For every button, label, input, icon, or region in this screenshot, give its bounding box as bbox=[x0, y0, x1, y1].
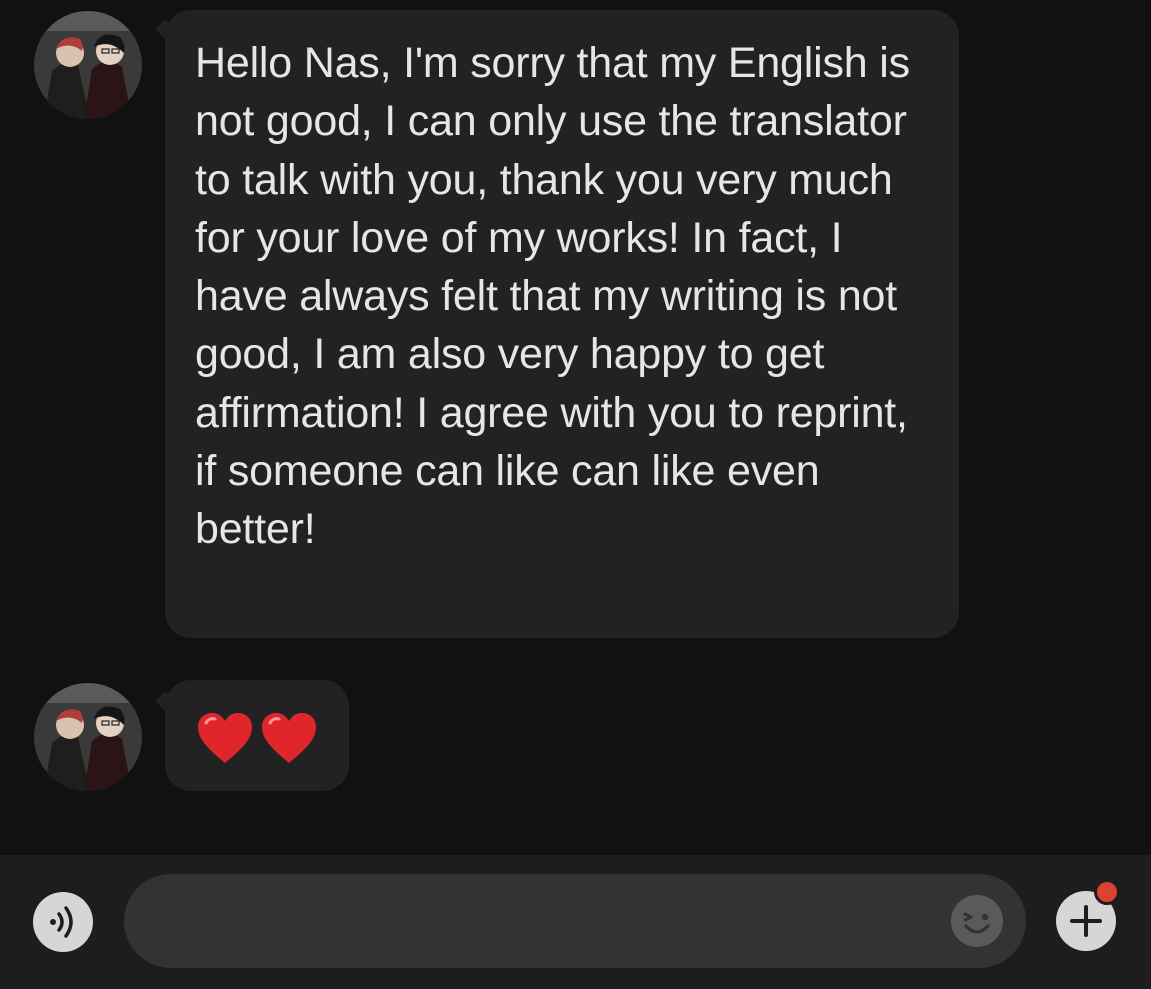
emoji-button[interactable] bbox=[950, 894, 1004, 948]
emoji-message-bubble[interactable] bbox=[165, 680, 349, 791]
message-input[interactable] bbox=[124, 874, 1026, 968]
notification-dot bbox=[1094, 879, 1120, 905]
red-heart-icon bbox=[262, 713, 316, 763]
sender-avatar[interactable] bbox=[34, 683, 142, 791]
message-text: Hello Nas, I'm sorry that my English is … bbox=[195, 39, 910, 554]
red-heart-icon bbox=[198, 713, 252, 763]
voice-icon bbox=[50, 906, 73, 938]
voice-button[interactable] bbox=[33, 892, 93, 952]
emoji-icon bbox=[951, 895, 1003, 947]
sender-avatar[interactable] bbox=[34, 11, 142, 119]
chat-area: Hello Nas, I'm sorry that my English is … bbox=[0, 0, 1151, 855]
composer-bar bbox=[0, 855, 1151, 989]
avatar-image bbox=[34, 683, 142, 791]
avatar-image bbox=[34, 11, 142, 119]
message-bubble[interactable]: Hello Nas, I'm sorry that my English is … bbox=[165, 10, 959, 638]
